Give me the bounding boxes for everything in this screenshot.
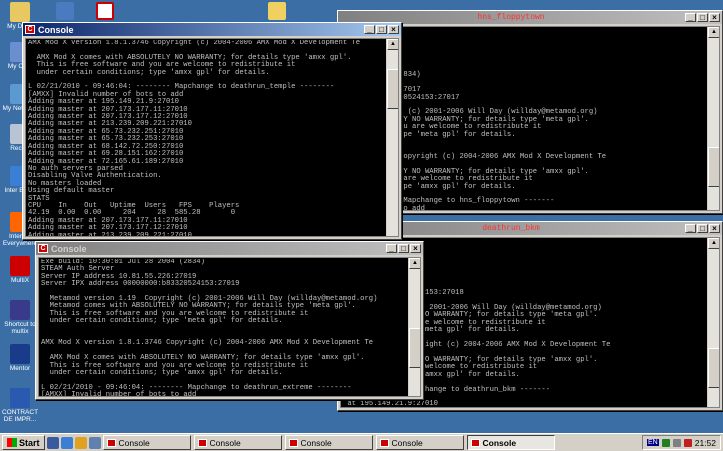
windows-logo-icon (7, 438, 17, 447)
window-titlebar[interactable]: C Console _ □ × (23, 23, 401, 36)
scroll-up-arrow-icon[interactable]: ▲ (708, 238, 719, 249)
desktop-icon[interactable]: Shortcut to multix (0, 300, 40, 335)
taskbar-button-label: Console (209, 437, 241, 448)
desktop-icon[interactable]: Mentor (0, 344, 40, 372)
close-button[interactable]: × (709, 224, 720, 233)
console-text: Exe build: 10:30:01 Jul 28 2004 (2834) S… (41, 259, 378, 397)
taskbar: Start Console Console Console Console Consol… (0, 433, 723, 451)
desktop-icon-label: CONTRACT DE IMPR... (1, 409, 39, 423)
scroll-up-arrow-icon[interactable]: ▲ (708, 27, 719, 38)
minimize-button[interactable]: _ (364, 25, 375, 34)
language-indicator[interactable]: EN (646, 439, 659, 446)
console-app-icon (470, 438, 480, 447)
close-button[interactable]: × (388, 25, 399, 34)
console-text: AMX Mod X version 1.8.1.3746 Copyright (… (28, 40, 361, 237)
taskbar-button-console[interactable]: Console (102, 435, 191, 450)
taskbar-button-console[interactable]: Console (466, 435, 555, 450)
vertical-scrollbar[interactable]: ▲ (386, 39, 398, 236)
tray-volume-icon[interactable] (672, 438, 681, 447)
console-app-icon: C (38, 244, 48, 253)
vertical-scrollbar[interactable]: ▲ (707, 238, 719, 407)
quicklaunch-desktop-icon[interactable] (88, 436, 101, 449)
vertical-scrollbar[interactable]: ▲ (707, 27, 719, 210)
minimize-button[interactable]: _ (386, 244, 397, 253)
close-button[interactable]: × (709, 13, 720, 22)
console-window-deathrun-extreme[interactable]: C Console _ □ × Exe build: 10:30:01 Jul … (35, 241, 424, 400)
scroll-thumb[interactable] (409, 328, 420, 368)
close-button[interactable]: × (410, 244, 421, 253)
window-titlebar[interactable]: C Console _ □ × (36, 242, 423, 255)
desktop-icon-label: Mentor (9, 365, 31, 372)
tray-antivirus-icon[interactable] (683, 438, 692, 447)
console-window-deathrun-temple[interactable]: C Console _ □ × AMX Mod X version 1.8.1.… (22, 22, 402, 240)
taskbar-button-label: Console (482, 437, 517, 448)
scroll-thumb[interactable] (387, 69, 398, 109)
console-app-icon (379, 438, 389, 447)
quicklaunch-save-icon[interactable] (46, 436, 59, 449)
start-button[interactable]: Start (2, 435, 45, 450)
scroll-thumb[interactable] (708, 348, 719, 388)
maximize-button[interactable]: □ (697, 13, 708, 22)
console-app-icon (288, 438, 298, 447)
window-title: hns_floppytown (477, 13, 545, 22)
quicklaunch-media-icon[interactable] (74, 436, 87, 449)
console-output: Exe build: 10:30:01 Jul 28 2004 (2834) S… (38, 257, 421, 397)
maximize-button[interactable]: □ (376, 25, 387, 34)
minimize-button[interactable]: _ (685, 224, 696, 233)
desktop-icon-label: Shortcut to multix (4, 321, 36, 335)
taskbar-button-console[interactable]: Console (193, 435, 282, 450)
window-title: Console (38, 24, 74, 35)
folder-icon[interactable] (268, 2, 286, 20)
console-output: AMX Mod X version 1.8.1.3746 Copyright (… (25, 38, 399, 237)
shortcut-icon (10, 2, 30, 22)
desktop-icon[interactable]: CONTRACT DE IMPR... (0, 388, 40, 423)
scroll-up-arrow-icon[interactable]: ▲ (409, 258, 420, 269)
taskbar-button-label: Console (300, 437, 332, 448)
pdf-file-icon[interactable] (96, 2, 114, 20)
taskbar-button-label: Console (391, 437, 423, 448)
quicklaunch-browser-icon[interactable] (60, 436, 73, 449)
desktop-icon-label: MultiX (10, 277, 30, 284)
minimize-button[interactable]: _ (685, 13, 696, 22)
system-tray: EN 21:52 (641, 435, 721, 450)
tray-network-icon[interactable] (661, 438, 670, 447)
desktop-icon[interactable]: MultiX (0, 256, 40, 284)
shortcut-icon (10, 344, 30, 364)
desktop-icon-top-1[interactable] (56, 2, 74, 20)
vertical-scrollbar[interactable]: ▲ (408, 258, 420, 396)
console-app-icon: C (25, 25, 35, 34)
taskbar-button-console[interactable]: Console (375, 435, 464, 450)
shortcut-icon (10, 388, 30, 408)
maximize-button[interactable]: □ (398, 244, 409, 253)
scroll-thumb[interactable] (708, 147, 719, 187)
start-label: Start (19, 437, 40, 448)
clock[interactable]: 21:52 (695, 438, 716, 448)
shortcut-icon (10, 256, 30, 276)
scroll-up-arrow-icon[interactable]: ▲ (387, 39, 398, 50)
shortcut-icon (10, 300, 30, 320)
console-app-icon (106, 438, 116, 447)
window-title: Console (51, 243, 87, 254)
console-app-icon (197, 438, 207, 447)
maximize-button[interactable]: □ (697, 224, 708, 233)
taskbar-button-label: Console (118, 437, 150, 448)
taskbar-button-console[interactable]: Console (284, 435, 373, 450)
